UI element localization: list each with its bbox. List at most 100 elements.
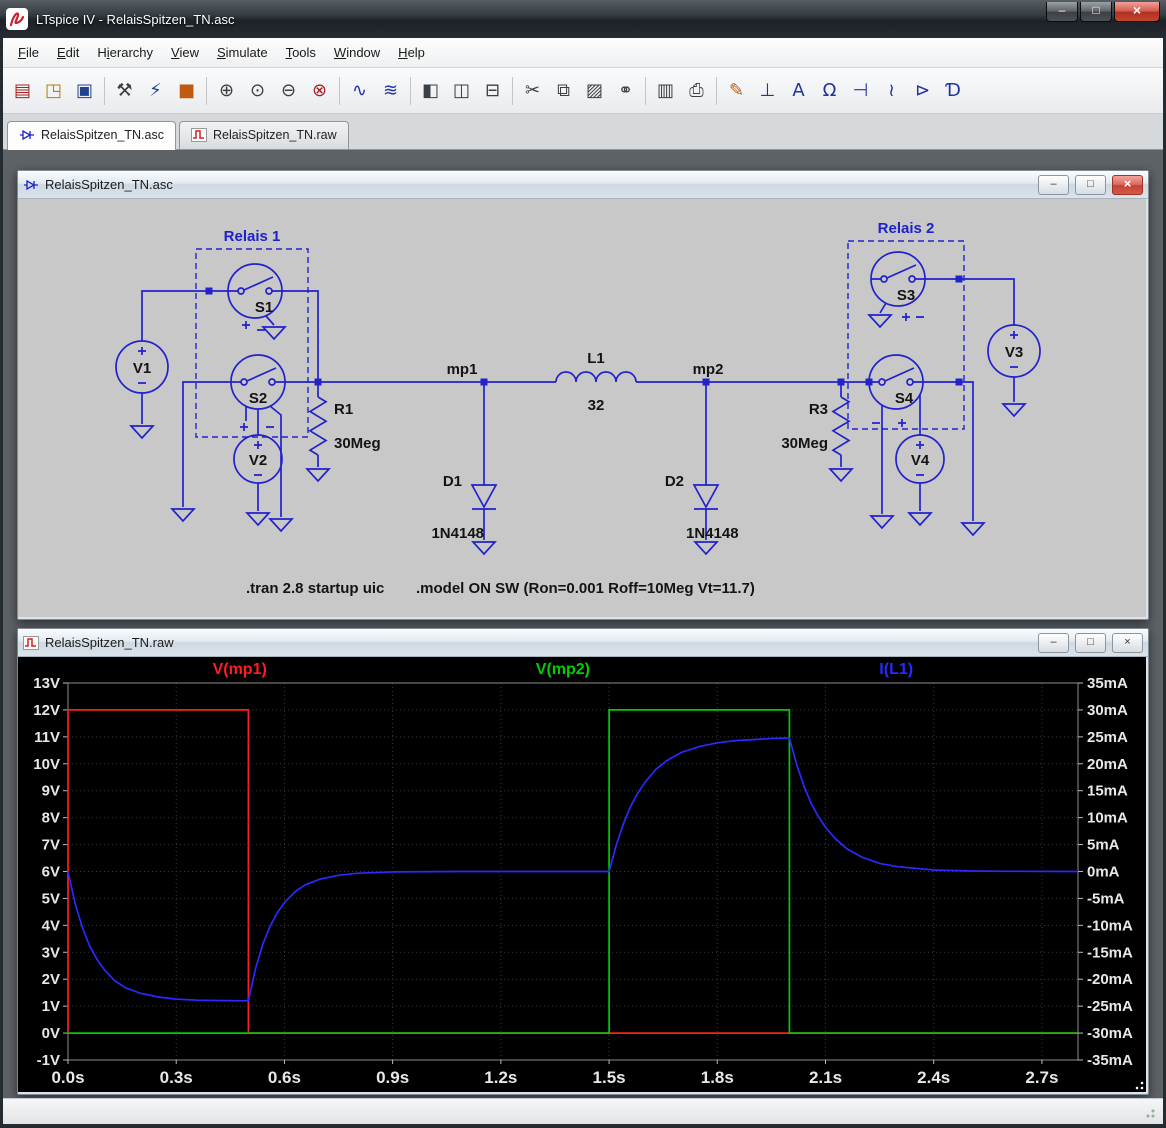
tab-schematic[interactable]: RelaisSpitzen_TN.asc: [7, 121, 176, 150]
ground-button[interactable]: ⊥: [752, 76, 783, 106]
component-d2[interactable]: [694, 485, 718, 509]
wires[interactable]: [142, 279, 1014, 540]
menu-tools[interactable]: Tools: [277, 40, 325, 65]
tabbar: RelaisSpitzen_TN.asc RelaisSpitzen_TN.ra…: [3, 114, 1163, 150]
inductor-button[interactable]: ≀: [876, 76, 907, 106]
maximize-button[interactable]: □: [1080, 2, 1112, 22]
waveform-window-titlebar[interactable]: RelaisSpitzen_TN.raw – □ ×: [18, 629, 1148, 657]
new-schematic-button[interactable]: ▤: [7, 76, 38, 106]
y-left-tick-label: 7V: [42, 837, 60, 854]
zoom-back-button[interactable]: ⊙: [242, 76, 273, 106]
menu-view[interactable]: View: [162, 40, 208, 65]
y-right-tick-label: -30mA: [1087, 1025, 1133, 1042]
l1-value[interactable]: 32: [588, 397, 605, 414]
schematic-minimize-button[interactable]: –: [1038, 175, 1069, 195]
tile-vertical-button[interactable]: ◫: [446, 76, 477, 106]
x-tick-label: 1.2s: [484, 1068, 517, 1087]
cut-button[interactable]: ✂: [517, 76, 548, 106]
component-l1[interactable]: [556, 372, 636, 382]
menu-edit[interactable]: Edit: [48, 40, 88, 65]
relais2-label[interactable]: Relais 2: [878, 220, 935, 237]
cascade-windows-button[interactable]: ◧: [415, 76, 446, 106]
statusbar: [3, 1098, 1163, 1124]
v2-label[interactable]: V2: [249, 452, 267, 469]
y-left-tick-label: 0V: [42, 1025, 60, 1042]
resize-grip[interactable]: [1132, 1078, 1144, 1090]
component-r3[interactable]: [833, 397, 849, 455]
fft-button[interactable]: ∿: [344, 76, 375, 106]
directive-model[interactable]: .model ON SW (Ron=0.001 Roff=10Meg Vt=11…: [416, 580, 755, 597]
zoom-area-button[interactable]: ⊕: [211, 76, 242, 106]
save-button[interactable]: ▣: [69, 76, 100, 106]
waveform-maximize-button[interactable]: □: [1075, 633, 1106, 653]
d2-name[interactable]: D2: [665, 473, 684, 490]
halt-button[interactable]: ■: [171, 76, 202, 106]
waveform-close-button[interactable]: ×: [1112, 633, 1143, 653]
waveform-minimize-button[interactable]: –: [1038, 633, 1069, 653]
menu-file[interactable]: File: [9, 40, 48, 65]
open-file-button[interactable]: ◳: [38, 76, 69, 106]
legend-I(L1)[interactable]: I(L1): [879, 661, 913, 678]
schematic-maximize-button[interactable]: □: [1075, 175, 1106, 195]
zoom-extents-button[interactable]: ⊗: [304, 76, 335, 106]
r3-name[interactable]: R3: [809, 401, 828, 418]
diode-button[interactable]: ⊳: [907, 76, 938, 106]
plot-settings-button[interactable]: ≋: [375, 76, 406, 106]
s3-label[interactable]: S3: [897, 287, 915, 304]
menu-window[interactable]: Window: [325, 40, 389, 65]
d2-value[interactable]: 1N4148: [686, 525, 739, 542]
r1-name[interactable]: R1: [334, 401, 353, 418]
resize-grip[interactable]: [1142, 1105, 1155, 1118]
s4-label[interactable]: S4: [895, 390, 914, 407]
ltspice-logo-icon: [6, 8, 28, 30]
tile-horizontal-button[interactable]: ⊟: [477, 76, 508, 106]
run-button[interactable]: ⚡: [140, 76, 171, 106]
find-button[interactable]: ⚭: [610, 76, 641, 106]
legend-V(mp2)[interactable]: V(mp2): [536, 661, 590, 678]
resistor-button[interactable]: Ω: [814, 76, 845, 106]
component-button[interactable]: Ɗ: [938, 76, 969, 106]
v4-label[interactable]: V4: [911, 452, 930, 469]
menu-hierarchy[interactable]: Hierarchy: [88, 40, 162, 65]
ground-symbols[interactable]: [131, 315, 1025, 554]
schematic-close-button[interactable]: ×: [1112, 175, 1143, 195]
capacitor-button[interactable]: ⊣: [845, 76, 876, 106]
v1-label[interactable]: V1: [133, 360, 151, 377]
directive-tran[interactable]: .tran 2.8 startup uic: [246, 580, 384, 597]
mp1-label[interactable]: mp1: [447, 361, 478, 378]
l1-name[interactable]: L1: [587, 350, 605, 367]
schematic-window-titlebar[interactable]: RelaisSpitzen_TN.asc – □ ×: [18, 171, 1148, 199]
waveform-plot[interactable]: 0.0s0.3s0.6s0.9s1.2s1.5s1.8s2.1s2.4s2.7s…: [18, 657, 1146, 1092]
schematic-canvas[interactable]: Relais 1 Relais 2 S1 S2 S3 S4 V1 V2 V3 V…: [18, 199, 1146, 617]
titlebar[interactable]: LTspice IV - RelaisSpitzen_TN.asc – □ ×: [0, 0, 1166, 38]
menu-simulate[interactable]: Simulate: [208, 40, 277, 65]
control-panel-button[interactable]: ⚒: [109, 76, 140, 106]
close-button[interactable]: ×: [1114, 2, 1160, 22]
menu-help[interactable]: Help: [389, 40, 434, 65]
print-preview-button[interactable]: ▥: [650, 76, 681, 106]
component-s1[interactable]: [228, 264, 282, 330]
r1-value[interactable]: 30Meg: [334, 435, 381, 452]
d1-name[interactable]: D1: [443, 473, 462, 490]
relais1-label[interactable]: Relais 1: [224, 228, 281, 245]
label-button[interactable]: A: [783, 76, 814, 106]
d1-value[interactable]: 1N4148: [431, 525, 484, 542]
legend-V(mp1)[interactable]: V(mp1): [213, 661, 267, 678]
relay-boxes: [196, 241, 964, 437]
mp2-label[interactable]: mp2: [693, 361, 724, 378]
tab-label: RelaisSpitzen_TN.raw: [213, 128, 337, 142]
minimize-button[interactable]: –: [1046, 2, 1078, 22]
r3-value[interactable]: 30Meg: [781, 435, 828, 452]
s2-label[interactable]: S2: [249, 390, 267, 407]
paste-button[interactable]: ▨: [579, 76, 610, 106]
print-button[interactable]: ⎙: [681, 76, 712, 106]
component-r1[interactable]: [310, 397, 326, 455]
wire-pencil-button[interactable]: ✎: [721, 76, 752, 106]
y-right-tick-label: 25mA: [1087, 729, 1128, 746]
v3-label[interactable]: V3: [1005, 344, 1023, 361]
component-d1[interactable]: [472, 485, 496, 509]
zoom-out-button[interactable]: ⊖: [273, 76, 304, 106]
s1-label[interactable]: S1: [255, 299, 273, 316]
copy-button[interactable]: ⧉: [548, 76, 579, 106]
tab-waveform[interactable]: RelaisSpitzen_TN.raw: [179, 121, 349, 149]
